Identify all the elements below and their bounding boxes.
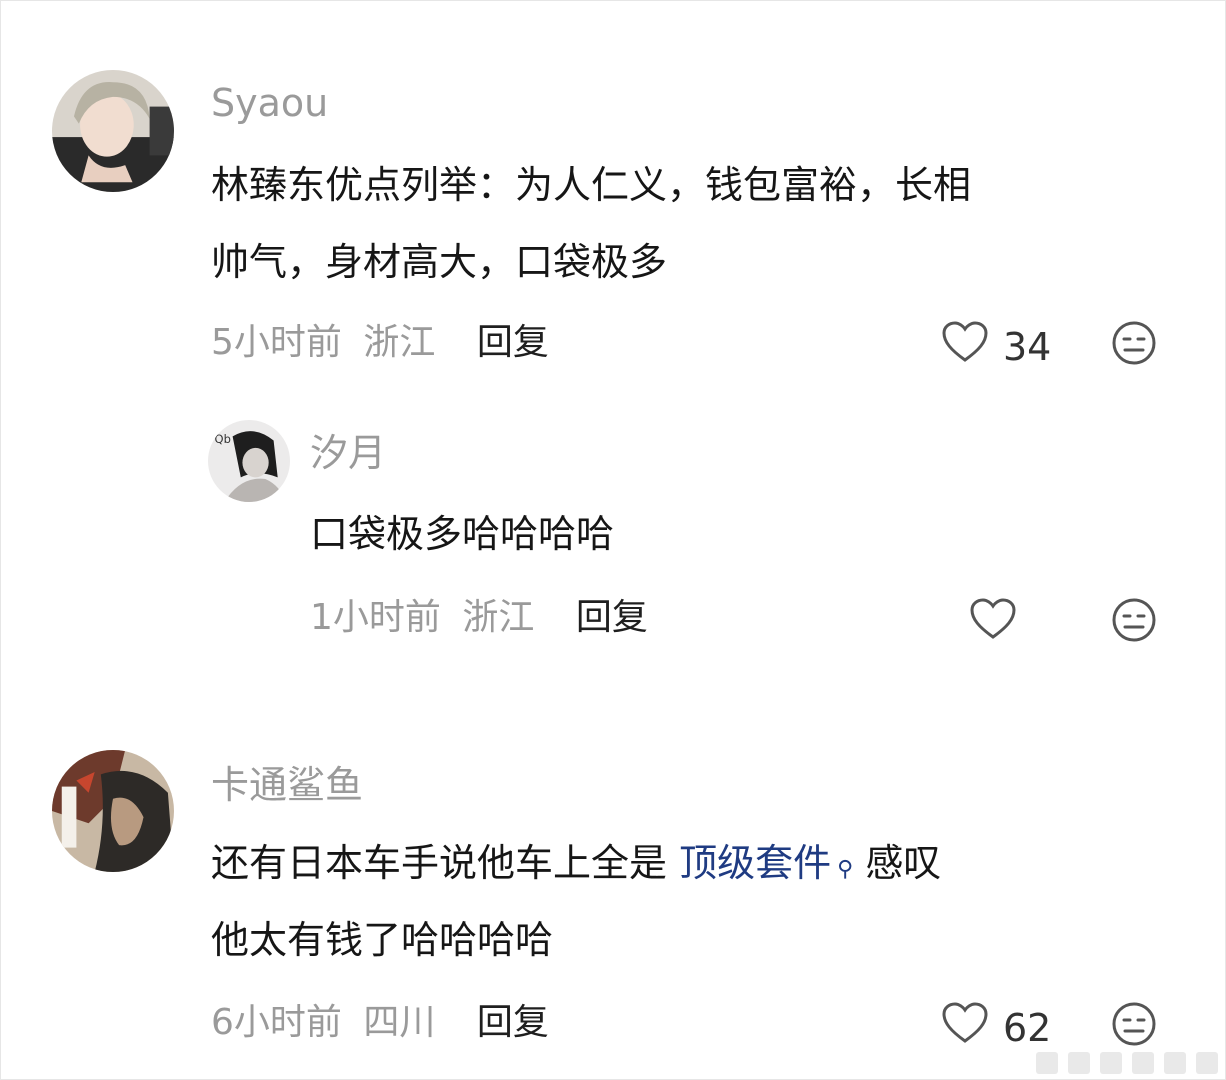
comment-meta: 6小时前 四川 回复	[211, 1005, 549, 1041]
like-button[interactable]	[969, 597, 1017, 650]
like-button[interactable]: 34	[941, 320, 1051, 373]
like-count: 62	[1003, 1005, 1052, 1050]
comment-text-line: 他太有钱了哈哈哈哈	[211, 918, 554, 962]
watermark-block	[1196, 1052, 1218, 1074]
search-icon: ⚲	[837, 857, 854, 882]
comment-text: 口袋极多哈哈哈哈	[310, 496, 614, 573]
like-button[interactable]: 62	[941, 1001, 1051, 1054]
watermark-block	[1164, 1052, 1186, 1074]
comment-location: 浙江	[462, 597, 535, 638]
comment-text-line: 林臻东优点列举：为人仁义，钱包富裕，长相	[211, 163, 972, 207]
comment-username[interactable]: 卡通鲨鱼	[211, 766, 363, 804]
comment-username[interactable]: Syaou	[211, 84, 328, 122]
meh-face-icon	[1111, 598, 1157, 647]
comment-text: 还有日本车手说他车上全是 顶级套件 ⚲ 感叹 他太有钱了哈哈哈哈	[211, 825, 941, 979]
comment-username[interactable]: 汐月	[310, 434, 386, 472]
comment-meta: 1小时前 浙江 回复	[310, 600, 648, 636]
heart-outline-icon	[941, 320, 989, 373]
comment-time: 5小时前	[211, 322, 342, 363]
reply-button[interactable]: 回复	[477, 322, 549, 363]
comment-text: 林臻东优点列举：为人仁义，钱包富裕，长相 帅气，身材高大，口袋极多	[211, 147, 971, 301]
comment-location: 浙江	[363, 322, 436, 363]
comment-meta: 5小时前 浙江 回复	[211, 325, 549, 361]
dislike-button[interactable]	[1111, 1001, 1157, 1047]
meh-face-icon	[1111, 1002, 1157, 1051]
watermark-block	[1036, 1052, 1058, 1074]
watermark-block	[1068, 1052, 1090, 1074]
like-count: 34	[1003, 324, 1052, 369]
meh-face-icon	[1111, 321, 1157, 370]
heart-outline-icon	[969, 597, 1017, 650]
comment-text-line: 口袋极多哈哈哈哈	[310, 512, 615, 556]
comment-time: 1小时前	[310, 597, 441, 638]
comment-text-segment: 还有日本车手说他车上全是	[211, 841, 680, 885]
comment-text-segment: 感叹	[853, 841, 942, 885]
reply-button[interactable]: 回复	[477, 1002, 549, 1043]
comment-time: 6小时前	[211, 1002, 342, 1043]
reply-button[interactable]: 回复	[576, 597, 648, 638]
avatar[interactable]	[52, 70, 174, 192]
watermark-block	[1100, 1052, 1122, 1074]
dislike-button[interactable]	[1111, 597, 1157, 643]
avatar[interactable]	[52, 750, 174, 872]
avatar[interactable]: Qb	[208, 420, 290, 502]
watermark	[1036, 1052, 1218, 1074]
watermark-block	[1132, 1052, 1154, 1074]
heart-outline-icon	[941, 1001, 989, 1054]
svg-text:Qb: Qb	[215, 432, 231, 446]
topic-link-text[interactable]: 顶级套件	[679, 841, 831, 885]
topic-link[interactable]: 顶级套件 ⚲	[679, 841, 853, 885]
comment-text-line: 帅气，身材高大，口袋极多	[211, 240, 668, 284]
comment-location: 四川	[363, 1002, 436, 1043]
dislike-button[interactable]	[1111, 320, 1157, 366]
comment-text-line: 还有日本车手说他车上全是 顶级套件 ⚲ 感叹	[211, 825, 941, 902]
